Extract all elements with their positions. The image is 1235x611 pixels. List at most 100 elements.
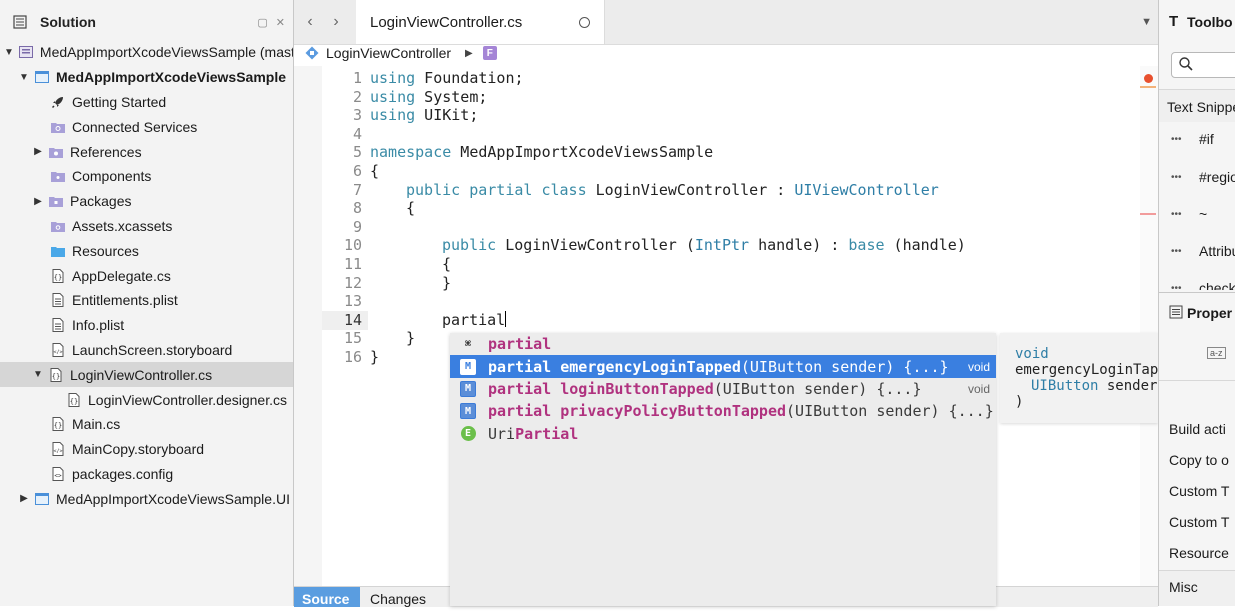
line-number: 3 [352,106,362,125]
plist-file-icon [50,317,66,333]
tree-item-packages-config[interactable]: <> packages.config [0,462,293,487]
command-icon: ⌘ [464,338,472,350]
line-number: 6 [352,162,362,180]
line-number: 10 [343,236,362,255]
toolbox-search-input[interactable] [1171,52,1235,78]
line-number: 4 [352,124,362,143]
project-icon [34,69,50,85]
tree-item-resources[interactable]: Resources [0,238,293,263]
tree-item-getting-started[interactable]: Getting Started [0,90,293,115]
completion-item[interactable]: ⌘ partial [450,333,996,355]
text-caret [505,310,507,327]
snippet-icon: ••• [1171,134,1182,145]
completion-item[interactable]: M partial loginButtonTapped (UIButton sen… [450,378,996,400]
solution-pad-icon [12,14,28,30]
sort-icon[interactable]: a-z [1207,347,1226,359]
svg-text:{}: {} [54,422,62,430]
tree-item-components[interactable]: Components [0,164,293,189]
back-icon[interactable]: ‹ [300,12,320,32]
line-number: 11 [343,255,362,273]
tree-item-appdelegate[interactable]: {} AppDelegate.cs [0,263,293,288]
editor-scrollbar[interactable] [1140,66,1158,586]
scrollbar-marker [1140,86,1156,88]
property-custom-tool[interactable]: Custom T [1169,483,1229,499]
property-resource-id[interactable]: Resource [1169,545,1229,561]
property-build-action[interactable]: Build acti [1169,421,1226,437]
tree-item-launchscreen[interactable]: </> LaunchScreen.storyboard [0,338,293,363]
line-number: 12 [343,273,362,292]
method-icon: M [460,358,476,375]
csharp-file-icon: {} [50,268,66,284]
editor-margin [294,66,322,586]
tree-item-maincopy[interactable]: </> MainCopy.storyboard [0,437,293,462]
close-icon[interactable]: ✕ [276,16,285,29]
tree-item-loginviewcontroller[interactable]: ▼ {} LoginViewController.cs [0,362,293,388]
properties-icon [1169,305,1183,322]
tree-item-project[interactable]: ▼ MedAppImportXcodeViewsSample [0,65,293,90]
project-icon [34,491,50,507]
breadcrumb-arrow-icon: ▶ [465,47,473,59]
completion-item[interactable]: M partial privacyPolicyButtonTapped (UIBu… [450,400,996,422]
tree-item-references[interactable]: ▶ References [0,139,293,164]
expand-arrow-icon[interactable]: ▼ [18,72,30,83]
line-number: 5 [352,143,362,162]
enum-icon: E [460,426,476,442]
breadcrumb-class[interactable]: LoginViewController [326,45,451,61]
method-icon: M [460,380,476,397]
storyboard-file-icon: </> [50,441,66,457]
storyboard-file-icon: </> [50,342,66,358]
tree-item-packages[interactable]: ▶ Packages [0,189,293,214]
csharp-file-icon: {} [66,392,82,408]
solution-icon [18,44,34,60]
editor-tab-bar: ‹ › LoginViewController.cs ▼ [294,0,1158,45]
svg-text:<>: <> [54,472,62,479]
tree-item-loginviewcontroller-designer[interactable]: {} LoginViewController.designer.cs [0,387,293,412]
property-category-misc[interactable]: Misc [1159,570,1235,606]
line-number: 2 [352,87,362,106]
error-indicator-icon[interactable] [1144,74,1153,83]
completion-list: ⌘ partial M partial emergencyLoginTapped… [450,333,996,606]
tree-item-entitlements[interactable]: Entitlements.plist [0,288,293,313]
tree-item-connected-services[interactable]: Connected Services [0,114,293,139]
line-number: 15 [343,329,362,348]
completion-item-selected[interactable]: M partial emergencyLoginTapped (UIButton … [450,355,996,378]
tab-dropdown-icon[interactable]: ▼ [1141,16,1152,28]
tree-item-solution[interactable]: ▼ MedAppImportXcodeViewsSample (mast [0,40,293,65]
references-folder-icon [48,144,64,160]
snippet-icon: ••• [1171,246,1182,257]
forward-icon[interactable]: › [326,12,346,32]
tab-loginviewcontroller[interactable]: LoginViewController.cs [356,0,605,44]
solution-tree: ▼ MedAppImportXcodeViewsSample (mast ▼ M… [0,40,293,511]
tree-item-assets[interactable]: Assets.xcassets [0,214,293,239]
properties-header: Proper [1159,292,1235,333]
breadcrumb: LoginViewController ▶ F [294,44,1158,62]
snippet-icon: ••• [1171,209,1182,220]
class-icon [304,45,320,61]
config-file-icon: <> [50,466,66,482]
assets-folder-icon [50,218,66,234]
tab-source[interactable]: Source [294,587,360,607]
tab-close-icon[interactable] [579,17,590,28]
solution-pad-header: Solution ▢ ✕ [0,0,293,44]
field-member-icon[interactable]: F [482,46,497,60]
text-snippets-category[interactable]: Text Snippe [1159,89,1235,122]
tree-item-ui-tests-project[interactable]: ▶ MedAppImportXcodeViewsSample.UI [0,486,293,511]
completion-item[interactable]: E Uri Partial [450,423,996,445]
expand-arrow-icon[interactable]: ▶ [32,146,44,157]
return-type: void [967,381,990,396]
expand-arrow-icon[interactable]: ▶ [18,493,30,504]
scrollbar-marker [1140,213,1156,215]
property-custom-tool-namespace[interactable]: Custom T [1169,514,1229,530]
maximize-icon[interactable]: ▢ [257,16,267,29]
line-number: 8 [352,199,362,218]
tree-item-info-plist[interactable]: Info.plist [0,313,293,338]
tab-changes[interactable]: Changes [362,587,434,607]
expand-arrow-icon[interactable]: ▼ [32,369,44,380]
expand-arrow-icon[interactable]: ▼ [4,47,14,58]
tree-item-main-cs[interactable]: {} Main.cs [0,412,293,437]
packages-folder-icon [48,193,64,209]
property-copy-to-output[interactable]: Copy to o [1169,452,1229,468]
expand-arrow-icon[interactable]: ▶ [32,196,44,207]
line-number: 16 [343,348,362,366]
folder-icon [50,243,66,259]
